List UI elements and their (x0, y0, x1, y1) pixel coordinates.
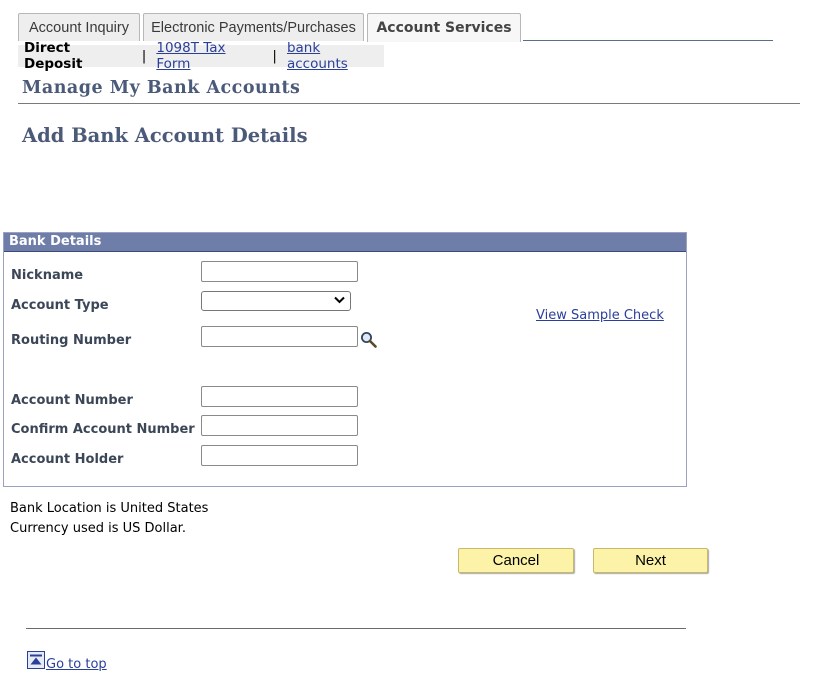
next-button[interactable]: Next (593, 548, 708, 573)
cancel-button[interactable]: Cancel (458, 548, 574, 573)
title-divider (18, 103, 800, 104)
tab-label: Account Inquiry (29, 19, 129, 36)
account-number-input[interactable] (201, 386, 358, 407)
bank-details-header: Bank Details (4, 233, 686, 252)
next-button-label: Next (635, 552, 666, 569)
account-holder-input[interactable] (201, 445, 358, 466)
currency-text: Currency used is US Dollar. (10, 521, 186, 536)
go-to-top-icon[interactable] (27, 651, 45, 669)
magnifier-icon[interactable] (360, 331, 377, 348)
chevron-down-icon (334, 296, 345, 304)
account-number-label: Account Number (11, 393, 133, 408)
routing-number-input[interactable] (201, 326, 358, 347)
sub-navigation: Direct Deposit | 1098T Tax Form | bank a… (18, 40, 384, 72)
nickname-input[interactable] (201, 261, 358, 282)
tab-label: Account Services (376, 20, 512, 36)
page-title: Manage My Bank Accounts (22, 78, 301, 98)
cancel-button-label: Cancel (492, 552, 540, 569)
footer-divider (26, 628, 686, 629)
subnav-link-bank-accounts[interactable]: bank accounts (287, 40, 384, 72)
confirm-account-number-input[interactable] (201, 415, 358, 436)
tab-label: Electronic Payments/Purchases (151, 19, 356, 36)
account-type-select[interactable] (201, 291, 351, 311)
account-type-label: Account Type (11, 298, 109, 313)
bank-location-text: Bank Location is United States (10, 501, 209, 516)
tab-electronic-payments[interactable]: Electronic Payments/Purchases (143, 13, 364, 41)
tab-account-inquiry[interactable]: Account Inquiry (18, 13, 140, 41)
routing-number-label: Routing Number (11, 333, 132, 348)
confirm-account-number-label: Confirm Account Number (11, 422, 195, 437)
page-subtitle: Add Bank Account Details (22, 124, 308, 147)
subnav-separator: | (272, 48, 277, 64)
tab-account-services[interactable]: Account Services (367, 13, 521, 42)
tab-underline (523, 40, 773, 41)
account-holder-label: Account Holder (11, 452, 124, 467)
nickname-label: Nickname (11, 268, 84, 283)
subnav-separator: | (141, 48, 147, 64)
go-to-top-link[interactable]: Go to top (46, 657, 107, 672)
subnav-link-1098t[interactable]: 1098T Tax Form (156, 40, 262, 72)
subnav-current-direct-deposit: Direct Deposit (24, 40, 83, 72)
view-sample-check-link[interactable]: View Sample Check (536, 308, 664, 323)
